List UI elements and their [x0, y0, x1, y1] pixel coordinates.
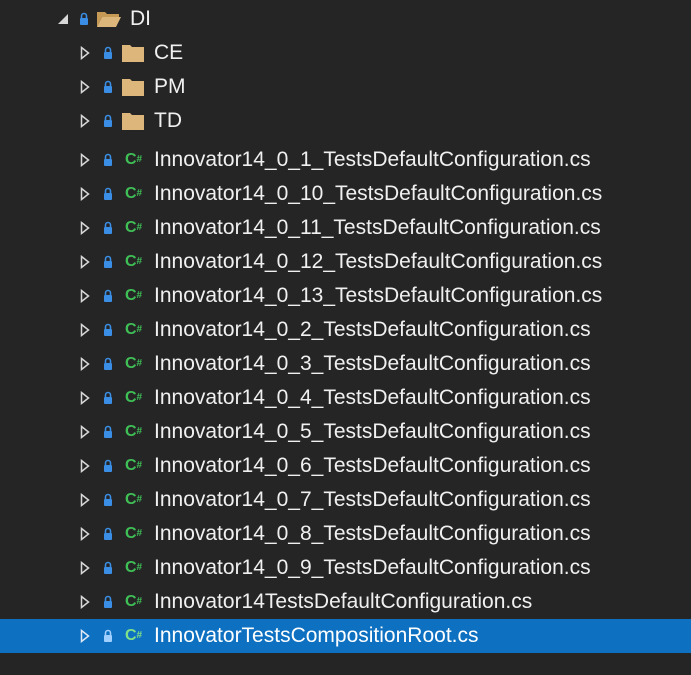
tree-node-file[interactable]: C # Innovator14TestsDefaultConfiguration.…: [0, 585, 691, 619]
lock-icon: [102, 219, 114, 237]
expanded-triangle-icon[interactable]: [56, 10, 70, 28]
lock-icon: [102, 112, 114, 130]
csharp-file-icon: C #: [124, 219, 142, 236]
collapsed-triangle-icon[interactable]: [78, 321, 92, 339]
tree-node-label: Innovator14_0_13_TestsDefaultConfigurati…: [154, 284, 603, 307]
collapsed-triangle-icon[interactable]: [78, 389, 92, 407]
tree-node-label: Innovator14_0_2_TestsDefaultConfiguratio…: [154, 318, 591, 341]
folder-icon: [120, 111, 146, 131]
lock-icon: [78, 10, 90, 28]
csharp-file-icon: C #: [124, 321, 142, 338]
lock-icon: [102, 627, 114, 645]
collapsed-triangle-icon[interactable]: [78, 491, 92, 509]
collapsed-triangle-icon[interactable]: [78, 593, 92, 611]
tree-node-folder-ce[interactable]: CE: [0, 36, 691, 70]
tree-node-label: Innovator14_0_3_TestsDefaultConfiguratio…: [154, 352, 591, 375]
csharp-file-icon: C #: [124, 389, 142, 406]
collapsed-triangle-icon[interactable]: [78, 559, 92, 577]
tree-node-file[interactable]: C # Innovator14_0_6_TestsDefaultConfigura…: [0, 449, 691, 483]
lock-icon: [102, 559, 114, 577]
solution-explorer-tree: DI CE PM TD C # Innovator14_0_1_TestsDef…: [0, 0, 691, 675]
collapsed-triangle-icon[interactable]: [78, 78, 92, 96]
collapsed-triangle-icon[interactable]: [78, 112, 92, 130]
collapsed-triangle-icon[interactable]: [78, 457, 92, 475]
tree-node-label: Innovator14_0_5_TestsDefaultConfiguratio…: [154, 420, 591, 443]
tree-node-label: CE: [154, 41, 184, 64]
tree-node-file[interactable]: C # Innovator14_0_7_TestsDefaultConfigura…: [0, 483, 691, 517]
lock-icon: [102, 423, 114, 441]
tree-node-label: Innovator14_0_6_TestsDefaultConfiguratio…: [154, 454, 591, 477]
lock-icon: [102, 44, 114, 62]
collapsed-triangle-icon[interactable]: [78, 219, 92, 237]
collapsed-triangle-icon[interactable]: [78, 253, 92, 271]
csharp-file-icon: C #: [124, 525, 142, 542]
collapsed-triangle-icon[interactable]: [78, 423, 92, 441]
tree-node-file[interactable]: C # Innovator14_0_1_TestsDefaultConfigura…: [0, 143, 691, 177]
tree-node-label: InnovatorTestsCompositionRoot.cs: [154, 624, 479, 647]
csharp-file-icon: C #: [124, 355, 142, 372]
tree-node-label: Innovator14_0_9_TestsDefaultConfiguratio…: [154, 556, 591, 579]
lock-icon: [102, 491, 114, 509]
tree-node-label: DI: [130, 7, 151, 30]
lock-icon: [102, 593, 114, 611]
tree-node-label: Innovator14_0_10_TestsDefaultConfigurati…: [154, 182, 603, 205]
csharp-file-icon: C #: [124, 185, 142, 202]
tree-node-label: Innovator14_0_8_TestsDefaultConfiguratio…: [154, 522, 591, 545]
collapsed-triangle-icon[interactable]: [78, 525, 92, 543]
csharp-file-icon: C #: [124, 457, 142, 474]
tree-node-file[interactable]: C # Innovator14_0_10_TestsDefaultConfigur…: [0, 177, 691, 211]
tree-node-file[interactable]: C # Innovator14_0_5_TestsDefaultConfigura…: [0, 415, 691, 449]
csharp-file-icon: C #: [124, 423, 142, 440]
lock-icon: [102, 321, 114, 339]
lock-icon: [102, 287, 114, 305]
lock-icon: [102, 457, 114, 475]
collapsed-triangle-icon[interactable]: [78, 151, 92, 169]
tree-node-label: Innovator14_0_7_TestsDefaultConfiguratio…: [154, 488, 591, 511]
folder-icon: [120, 43, 146, 63]
tree-node-label: Innovator14_0_1_TestsDefaultConfiguratio…: [154, 148, 591, 171]
tree-node-file[interactable]: C # Innovator14_0_4_TestsDefaultConfigura…: [0, 381, 691, 415]
tree-node-label: Innovator14_0_11_TestsDefaultConfigurati…: [154, 216, 601, 239]
folder-icon: [120, 77, 146, 97]
lock-icon: [102, 78, 114, 96]
lock-icon: [102, 389, 114, 407]
lock-icon: [102, 151, 114, 169]
lock-icon: [102, 185, 114, 203]
tree-node-label: Innovator14_0_4_TestsDefaultConfiguratio…: [154, 386, 591, 409]
tree-node-file-selected[interactable]: C # InnovatorTestsCompositionRoot.cs: [0, 619, 691, 653]
tree-node-file[interactable]: C # Innovator14_0_9_TestsDefaultConfigura…: [0, 551, 691, 585]
collapsed-triangle-icon[interactable]: [78, 185, 92, 203]
collapsed-triangle-icon[interactable]: [78, 627, 92, 645]
tree-node-label: Innovator14_0_12_TestsDefaultConfigurati…: [154, 250, 603, 273]
tree-node-di-folder[interactable]: DI: [0, 2, 691, 36]
csharp-file-icon: C #: [124, 593, 142, 610]
tree-node-file[interactable]: C # Innovator14_0_3_TestsDefaultConfigura…: [0, 347, 691, 381]
collapsed-triangle-icon[interactable]: [78, 287, 92, 305]
tree-node-file[interactable]: C # Innovator14_0_11_TestsDefaultConfigur…: [0, 211, 691, 245]
collapsed-triangle-icon[interactable]: [78, 44, 92, 62]
tree-node-label: Innovator14TestsDefaultConfiguration.cs: [154, 590, 533, 613]
tree-node-folder-pm[interactable]: PM: [0, 70, 691, 104]
lock-icon: [102, 355, 114, 373]
folder-open-icon: [96, 9, 122, 29]
csharp-file-icon: C #: [124, 559, 142, 576]
csharp-file-icon: C #: [124, 253, 142, 270]
csharp-file-icon: C #: [124, 491, 142, 508]
tree-node-folder-td[interactable]: TD: [0, 104, 691, 138]
csharp-file-icon: C #: [124, 287, 142, 304]
tree-node-file[interactable]: C # Innovator14_0_2_TestsDefaultConfigura…: [0, 313, 691, 347]
tree-node-file[interactable]: C # Innovator14_0_8_TestsDefaultConfigura…: [0, 517, 691, 551]
lock-icon: [102, 253, 114, 271]
tree-node-label: PM: [154, 75, 186, 98]
csharp-file-icon: C #: [124, 627, 142, 644]
tree-node-file[interactable]: C # Innovator14_0_13_TestsDefaultConfigur…: [0, 279, 691, 313]
collapsed-triangle-icon[interactable]: [78, 355, 92, 373]
csharp-file-icon: C #: [124, 151, 142, 168]
tree-node-file[interactable]: C # Innovator14_0_12_TestsDefaultConfigur…: [0, 245, 691, 279]
tree-node-label: TD: [154, 109, 182, 132]
lock-icon: [102, 525, 114, 543]
